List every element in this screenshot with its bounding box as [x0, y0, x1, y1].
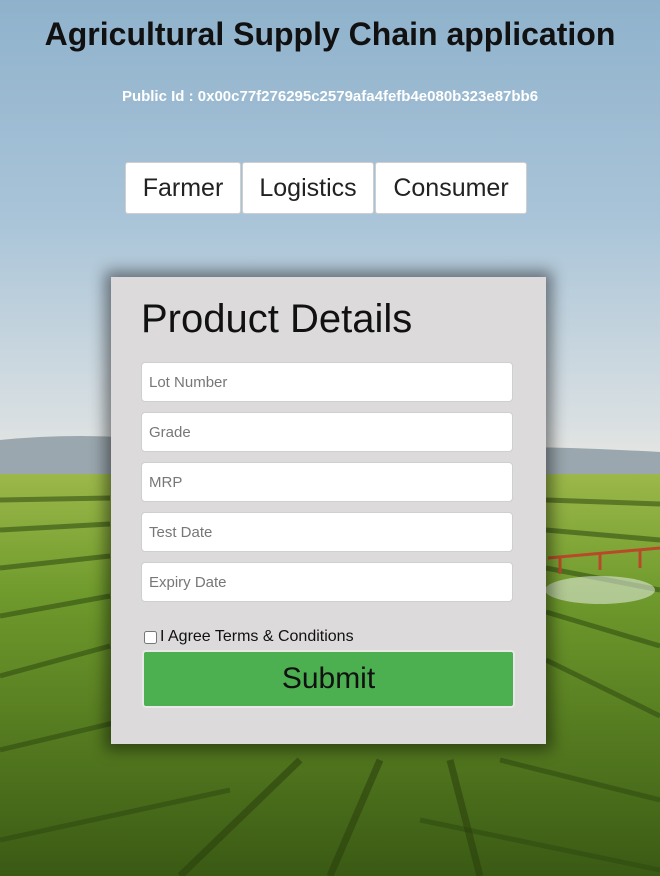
role-tabs: Farmer Logistics Consumer — [125, 162, 527, 214]
product-details-form: Product Details I Agree Terms & Conditio… — [111, 277, 546, 744]
test-date-input[interactable] — [141, 512, 513, 552]
tab-logistics[interactable]: Logistics — [242, 162, 374, 214]
app-title: Agricultural Supply Chain application — [44, 16, 616, 52]
agree-terms-label: I Agree Terms & Conditions — [160, 628, 354, 645]
tab-farmer[interactable]: Farmer — [125, 162, 241, 214]
lot-number-input[interactable] — [141, 362, 513, 402]
grade-input[interactable] — [141, 412, 513, 452]
mrp-input[interactable] — [141, 462, 513, 502]
agree-terms-row[interactable]: I Agree Terms & Conditions — [144, 628, 354, 646]
expiry-date-input[interactable] — [141, 562, 513, 602]
public-id-text: Public Id : 0x00c77f276295c2579afa4fefb4… — [121, 88, 539, 105]
tab-consumer[interactable]: Consumer — [375, 162, 527, 214]
form-title: Product Details — [141, 297, 413, 341]
agree-terms-checkbox[interactable] — [144, 630, 157, 644]
submit-button[interactable]: Submit — [142, 650, 515, 708]
page: Agricultural Supply Chain application Pu… — [0, 0, 660, 876]
